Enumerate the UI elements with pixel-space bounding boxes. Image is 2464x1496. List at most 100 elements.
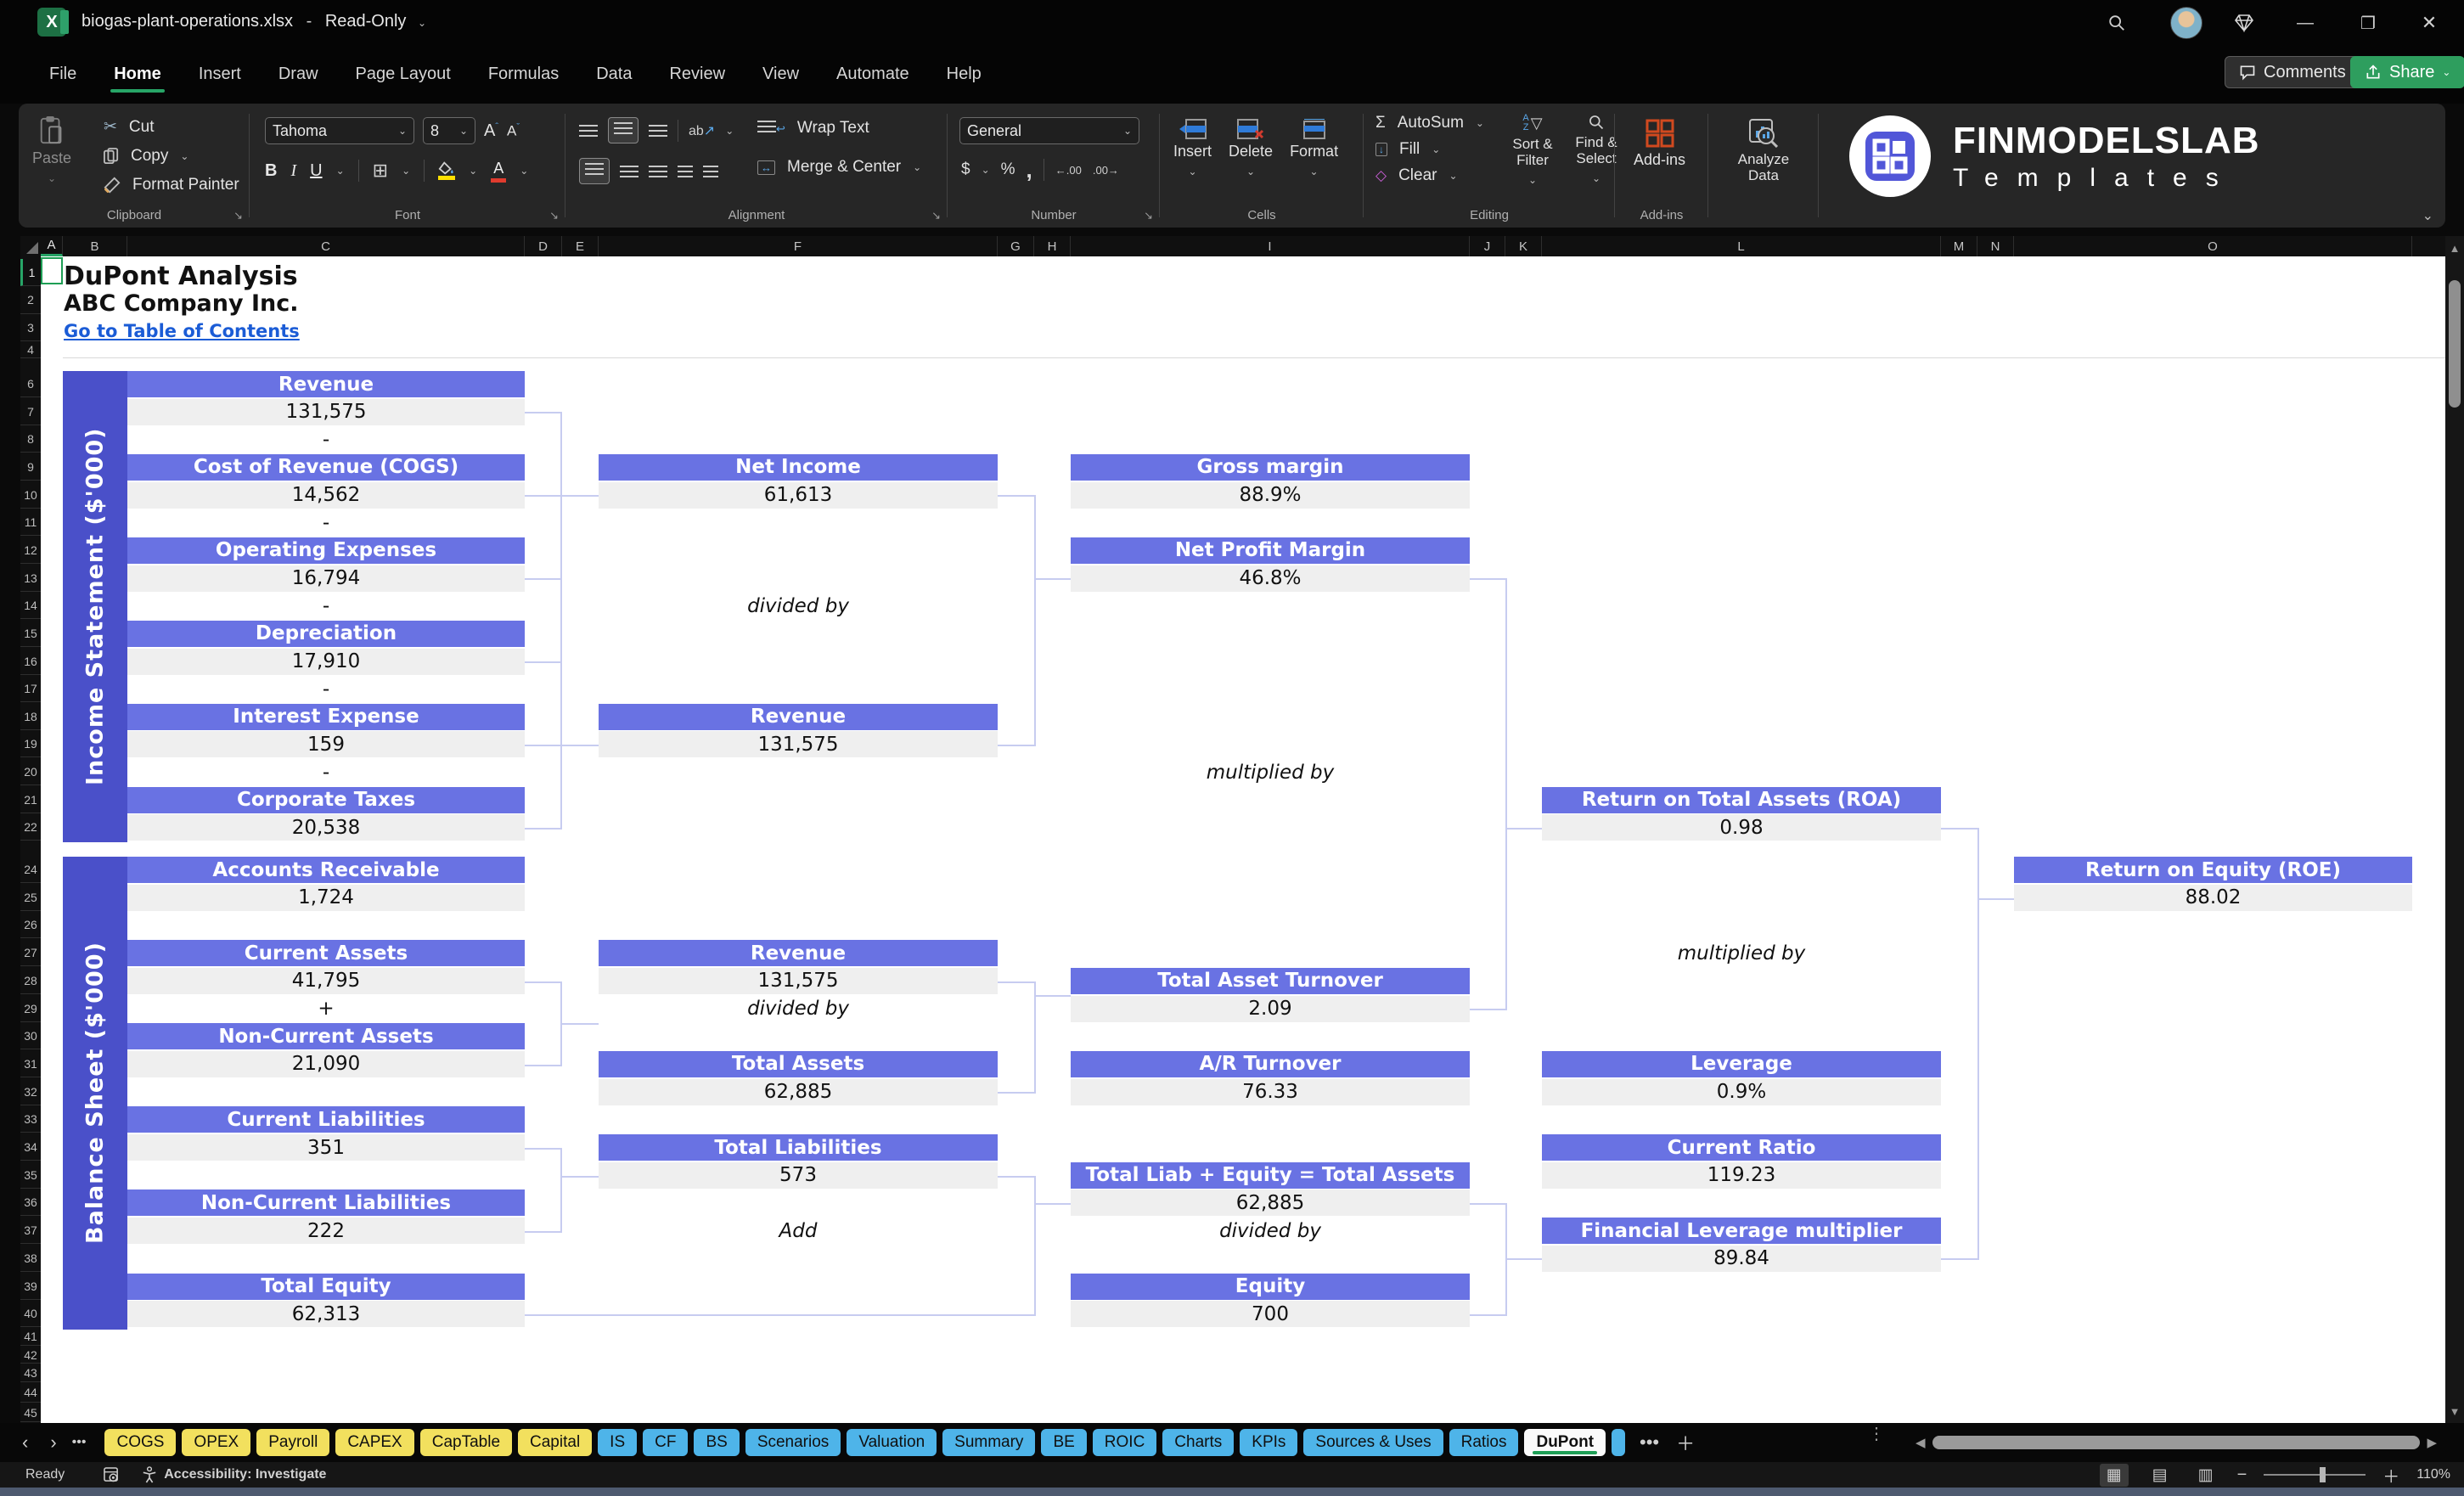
underline-chevron-icon[interactable]: ⌄ [336,165,345,177]
fill-color-button[interactable] [438,161,455,180]
sheet-tab-roic[interactable]: ROIC [1093,1429,1157,1456]
sheet-tab-captable[interactable]: CapTable [420,1429,512,1456]
page-break-view-icon[interactable]: ▥ [2191,1464,2220,1487]
font-color-chevron-icon[interactable]: ⌄ [520,165,528,177]
italic-button[interactable]: I [290,161,296,181]
row-header-15[interactable]: 15 [20,621,41,647]
horizontal-scrollbar[interactable]: ◀ ▶ [1916,1431,2437,1454]
row-header-22[interactable]: 22 [20,814,41,841]
zoom-level[interactable]: 110% [2416,1467,2450,1482]
merge-center-button[interactable]: ↔ Merge & Center ⌄ [757,158,921,177]
row-header-12[interactable]: 12 [20,537,41,564]
restore-button[interactable]: ❐ [2355,10,2381,36]
column-header-F[interactable]: F [599,236,998,256]
vertical-scroll-thumb[interactable] [2449,280,2461,408]
sheet-tab-payroll[interactable]: Payroll [256,1429,329,1456]
clear-button[interactable]: ◇Clear⌄ [1375,166,1484,185]
ribbon-tab-automate[interactable]: Automate [821,58,925,91]
align-left-button[interactable] [579,158,610,184]
sheet-tab-ratios[interactable]: Ratios [1449,1429,1519,1456]
horizontal-scroll-thumb[interactable] [1932,1436,2421,1449]
increase-indent-button[interactable] [703,166,718,177]
column-header-C[interactable]: C [127,236,525,256]
minimize-button[interactable]: — [2292,10,2318,36]
align-top-button[interactable] [579,125,598,137]
align-middle-button[interactable] [608,117,639,143]
ribbon-tab-draw[interactable]: Draw [263,58,334,91]
row-header-7[interactable]: 7 [20,399,41,425]
shrink-font-button[interactable]: Aˇ [507,122,520,140]
ribbon-tab-formulas[interactable]: Formulas [473,58,574,91]
orientation-chevron-icon[interactable]: ⌄ [725,125,734,137]
sheet-tab-valuation[interactable]: Valuation [847,1429,937,1456]
scroll-up-icon[interactable]: ▲ [2445,238,2464,258]
sheet-tab-bs[interactable]: BS [694,1429,739,1456]
align-center-button[interactable] [620,166,639,177]
row-header-45[interactable]: 45 [20,1403,41,1422]
format-painter-button[interactable]: Format Painter [104,176,239,194]
row-header-31[interactable]: 31 [20,1051,41,1077]
vertical-scrollbar[interactable]: ▲ ▼ [2445,236,2464,1423]
comma-format-button[interactable]: , [1027,157,1032,183]
column-header-N[interactable]: N [1977,236,2014,256]
sheet-tab-partial[interactable] [1612,1429,1625,1456]
row-header-38[interactable]: 38 [20,1246,41,1272]
column-header-M[interactable]: M [1941,236,1977,256]
row-header-9[interactable]: 9 [20,454,41,481]
sheet-tab-dupont[interactable]: DuPont [1524,1429,1606,1456]
row-header-14[interactable]: 14 [20,593,41,619]
sheet-tab-cf[interactable]: CF [643,1429,688,1456]
zoom-in-button[interactable]: ＋ [2382,1463,2399,1488]
sheet-tab-kpis[interactable]: KPIs [1240,1429,1297,1456]
row-header-6[interactable]: 6 [20,371,41,397]
ribbon-tab-review[interactable]: Review [654,58,740,91]
sheet-tab-sources-uses[interactable]: Sources & Uses [1303,1429,1443,1456]
sort-filter-button[interactable]: AZ▽ Sort & Filter ⌄ [1508,114,1557,188]
cut-button[interactable]: ✂Cut [104,117,239,137]
row-header-2[interactable]: 2 [20,286,41,314]
row-header-43[interactable]: 43 [20,1364,41,1382]
zoom-out-button[interactable]: − [2237,1465,2247,1485]
format-cells-button[interactable]: Format ⌄ [1290,119,1338,180]
zoom-slider[interactable] [2264,1474,2366,1476]
row-header-26[interactable]: 26 [20,912,41,938]
accessibility-status[interactable]: Accessibility: Investigate [142,1466,326,1483]
row-header-8[interactable]: 8 [20,426,41,453]
row-header-19[interactable]: 19 [20,731,41,757]
scroll-down-icon[interactable]: ▼ [2445,1401,2464,1421]
increase-decimal-button[interactable]: ←.00 [1055,164,1082,177]
column-header-A[interactable]: A [41,236,63,256]
borders-button[interactable]: ⊞ [373,160,388,182]
sheet-grid[interactable]: DuPont Analysis ABC Company Inc. Go to T… [41,256,2445,1423]
font-color-button[interactable]: A [491,160,506,183]
row-header-34[interactable]: 34 [20,1134,41,1161]
macro-record-icon[interactable] [104,1467,120,1483]
insert-cells-button[interactable]: Insert ⌄ [1173,119,1212,180]
column-header-G[interactable]: G [998,236,1034,256]
row-header-25[interactable]: 25 [20,885,41,911]
ribbon-tab-file[interactable]: File [34,58,92,91]
paste-button[interactable]: Paste ⌄ [32,115,71,187]
row-header-40[interactable]: 40 [20,1301,41,1327]
alignment-dialog-launcher[interactable]: ↘ [931,209,941,222]
row-header-18[interactable]: 18 [20,704,41,730]
search-icon[interactable] [2104,10,2129,36]
sheet-tab-scenarios[interactable]: Scenarios [745,1429,841,1456]
premium-diamond-icon[interactable] [2231,10,2257,36]
comments-button[interactable]: Comments [2225,56,2360,88]
currency-chevron-icon[interactable]: ⌄ [982,164,990,176]
sheet-tab-charts[interactable]: Charts [1162,1429,1234,1456]
row-header-16[interactable]: 16 [20,649,41,675]
row-header-29[interactable]: 29 [20,996,41,1022]
next-sheet-icon[interactable]: › [50,1431,56,1454]
row-header-13[interactable]: 13 [20,565,41,592]
sheet-tab-be[interactable]: BE [1041,1429,1086,1456]
page-layout-view-icon[interactable]: ▤ [2146,1464,2174,1487]
row-header-28[interactable]: 28 [20,968,41,994]
borders-chevron-icon[interactable]: ⌄ [402,165,410,177]
column-header-K[interactable]: K [1505,236,1542,256]
zoom-slider-thumb[interactable] [2320,1467,2326,1482]
sheet-tab-is[interactable]: IS [598,1429,637,1456]
row-header-11[interactable]: 11 [20,509,41,536]
scroll-right-icon[interactable]: ▶ [2427,1435,2437,1450]
